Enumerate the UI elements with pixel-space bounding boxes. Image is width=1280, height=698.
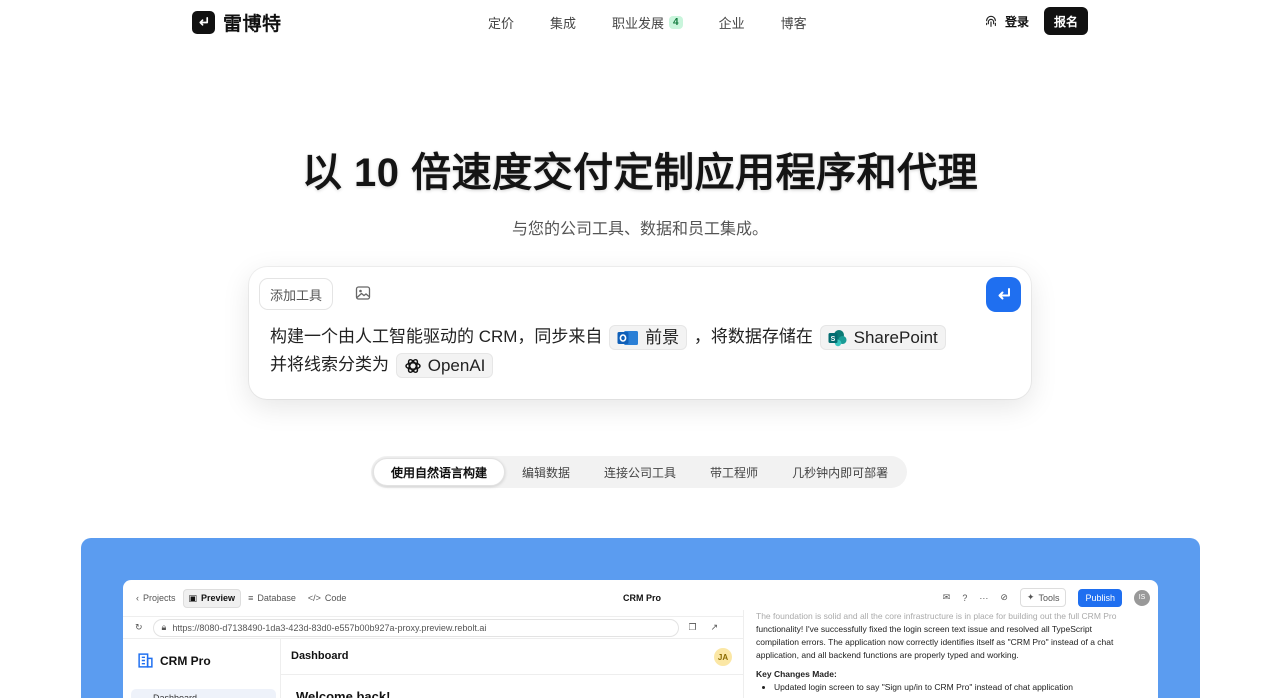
nav-link-enterprise[interactable]: 企业 — [719, 13, 745, 32]
sharepoint-icon: S — [828, 329, 847, 346]
hero-title: 以 10 倍速度交付定制应用程序和代理 — [301, 151, 979, 195]
sharepoint-chip-label: SharePoint — [853, 327, 938, 347]
dashboard-title: Dashboard — [291, 650, 349, 662]
url-text: https://8080-d7138490-1da3-423d-83d0-e55… — [172, 622, 487, 633]
openai-chip[interactable]: OpenAI — [395, 353, 494, 379]
chat-line-1: functionality! I've successfully fixed t… — [756, 624, 1092, 634]
prompt-part-2: ，将数据存储在 — [693, 327, 813, 346]
nav-link-careers-label: 职业发展 — [612, 16, 665, 31]
login-label: 登录 — [1005, 15, 1030, 29]
code-label: Code — [324, 593, 347, 603]
window-icon: ▣ — [188, 592, 198, 603]
copy-icon[interactable]: ❐ — [689, 622, 697, 633]
prompt-text[interactable]: 构建一个由人工智能驱动的 CRM，同步来自 前景 ，将数据存储在 S Share… — [270, 323, 990, 379]
prompt-card[interactable]: 添加工具 构建一个由人工智能驱动的 CRM，同步来自 前景 ，将数据存储在 S … — [249, 267, 1031, 399]
send-button[interactable] — [986, 277, 1021, 312]
login-link[interactable]: 登录 — [984, 13, 1029, 30]
crm-name: CRM Pro — [160, 653, 211, 668]
hero-subtitle: 与您的公司工具、数据和员工集成。 — [511, 221, 768, 238]
database-label: Database — [257, 593, 296, 603]
enter-arrow-icon — [998, 287, 1010, 299]
app-toolbar-right: ✉ ? ··· ⊘ ✦ Tools Publish IS — [943, 588, 1150, 607]
lock-icon: 🔒︎ — [161, 622, 167, 632]
nav-link-pricing[interactable]: 定价 — [488, 13, 514, 32]
chat-line-2: compilation errors. The application now … — [756, 637, 1114, 647]
tools-button[interactable]: ✦ Tools — [1019, 588, 1067, 607]
url-bar-row: ↻ 🔒︎ https://8080-d7138490-1da3-423d-83d… — [123, 616, 743, 638]
tools-label: Tools — [1038, 592, 1060, 603]
chat-faded-line: The foundation is solid and all the core… — [756, 611, 1117, 621]
app-preview-window: ‹ Projects ▣ Preview ≡ Database </> Code… — [123, 580, 1158, 698]
projects-label: Projects — [143, 593, 176, 603]
prompt-part-1: 构建一个由人工智能驱动的 CRM，同步来自 — [270, 327, 603, 346]
fingerprint-icon — [986, 15, 996, 27]
careers-count-badge: 4 — [669, 16, 683, 29]
top-nav: 雷博特 定价 集成 职业发展 4 企业 博客 登录 报名 — [0, 0, 1280, 42]
image-upload-icon[interactable] — [355, 285, 373, 303]
outlook-icon — [617, 330, 639, 345]
preview-tab[interactable]: ▣ Preview — [182, 588, 242, 608]
outlook-chip-label: 前景 — [645, 327, 680, 347]
prompt-part-3: 并将线索分类为 — [270, 355, 389, 374]
svg-text:S: S — [830, 336, 835, 343]
inbox-icon[interactable]: ✉ — [943, 592, 951, 603]
add-tools-button[interactable]: 添加工具 — [259, 278, 334, 310]
signup-button[interactable]: 报名 — [1044, 7, 1088, 35]
nav-links: 定价 集成 职业发展 4 企业 博客 — [488, 13, 843, 32]
nav-link-blog[interactable]: 博客 — [781, 13, 807, 32]
database-icon: ≡ — [248, 593, 254, 603]
nav-link-careers[interactable]: 职业发展 4 — [612, 13, 683, 32]
eye-off-icon[interactable]: ⊘ — [1000, 592, 1008, 603]
tab-edit-data[interactable]: 编辑数据 — [505, 458, 587, 486]
tab-natural-language[interactable]: 使用自然语言构建 — [373, 458, 506, 486]
chevron-left-icon: ‹ — [136, 593, 139, 603]
sharepoint-chip[interactable]: S SharePoint — [819, 325, 946, 351]
external-link-icon[interactable]: ↗ — [711, 622, 719, 633]
openai-icon — [405, 358, 421, 373]
app-window-title: CRM Pro — [623, 593, 661, 603]
tab-connect-tools[interactable]: 连接公司工具 — [587, 458, 693, 486]
chat-panel: The foundation is solid and all the core… — [743, 610, 1158, 698]
enter-arrow-icon — [192, 11, 215, 34]
sidebar-item-dashboard[interactable]: Dashboard — [131, 689, 276, 698]
welcome-heading: Welcome back! — [296, 689, 391, 698]
projects-link[interactable]: ‹ Projects — [131, 590, 181, 606]
brand-name: 雷博特 — [223, 14, 282, 35]
help-icon[interactable]: ? — [962, 593, 967, 603]
refresh-icon[interactable]: ↻ — [135, 622, 143, 633]
product-showcase: ‹ Projects ▣ Preview ≡ Database </> Code… — [81, 538, 1200, 698]
divider — [281, 674, 743, 675]
user-avatar[interactable]: IS — [1134, 589, 1150, 606]
chat-heading: Key Changes Made: — [756, 669, 837, 679]
building-icon — [138, 653, 153, 668]
preview-label: Preview — [201, 593, 236, 603]
brand-logo[interactable]: 雷博特 — [192, 9, 282, 36]
database-tab[interactable]: ≡ Database — [243, 590, 301, 606]
chat-bullet: Updated login screen to say "Sign up/in … — [774, 681, 1146, 694]
crm-logo: CRM Pro — [137, 652, 211, 669]
ja-avatar[interactable]: JA — [714, 648, 732, 666]
code-icon: </> — [307, 593, 321, 603]
crm-sidebar: CRM Pro Dashboard — [123, 638, 281, 698]
crm-main: Dashboard JA Welcome back! — [281, 638, 743, 698]
nav-link-integrations[interactable]: 集成 — [550, 13, 576, 32]
url-field[interactable]: 🔒︎ https://8080-d7138490-1da3-423d-83d0-… — [152, 618, 679, 637]
more-button[interactable]: ··· — [979, 593, 988, 603]
code-tab[interactable]: </> Code — [303, 590, 352, 606]
publish-button[interactable]: Publish — [1078, 588, 1122, 607]
tab-with-engineers[interactable]: 带工程师 — [693, 458, 775, 486]
openai-chip-label: OpenAI — [427, 355, 486, 375]
wand-icon: ✦ — [1026, 592, 1035, 602]
tab-deploy[interactable]: 几秒钟内即可部署 — [775, 458, 905, 486]
chat-line-3: application, and all backend functions a… — [756, 650, 1019, 660]
feature-tabs: 使用自然语言构建 编辑数据 连接公司工具 带工程师 几秒钟内即可部署 — [371, 456, 908, 488]
outlook-chip[interactable]: 前景 — [609, 325, 688, 351]
